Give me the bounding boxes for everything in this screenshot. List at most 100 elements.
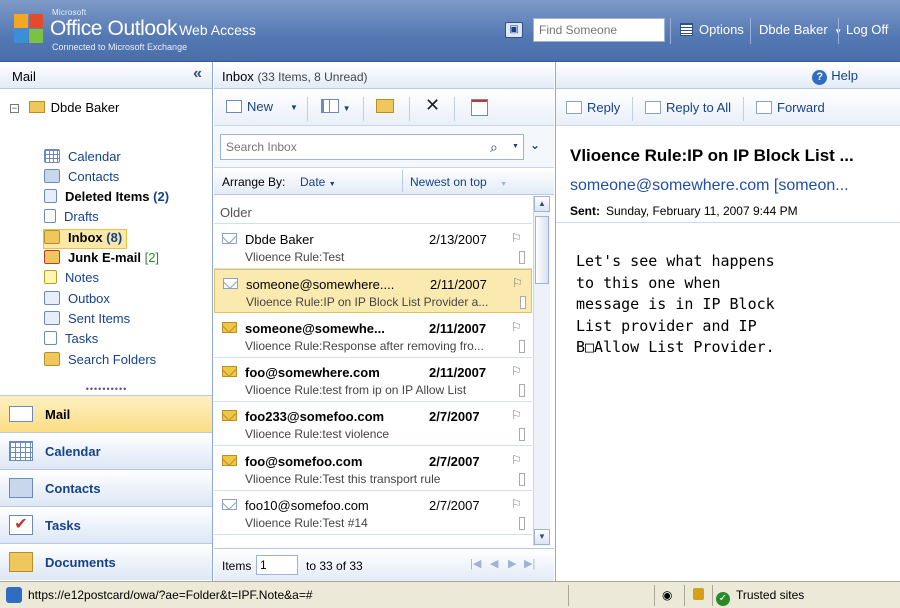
reading-pane-header: ? Help (556, 62, 900, 89)
office-logo-icon (14, 14, 43, 43)
folder-tasks[interactable]: Tasks (44, 331, 98, 351)
category-icon[interactable] (520, 296, 526, 309)
category-icon[interactable] (519, 473, 525, 486)
toolbar-separator (632, 97, 633, 121)
logoff-button[interactable]: Log Off (846, 22, 888, 37)
scroll-thumb[interactable] (535, 216, 549, 284)
folder-outbox[interactable]: Outbox (44, 291, 110, 311)
message-sender[interactable]: someone@somewhere.com [someon... (570, 177, 895, 195)
folder-contacts[interactable]: Contacts (44, 169, 119, 189)
new-dropdown-icon[interactable]: ▼ (290, 103, 298, 112)
message-row[interactable]: someone@somewhere.... 2/11/2007 ⚐ Vlioence … (214, 269, 532, 313)
unread-envelope-icon (222, 455, 237, 466)
message-row[interactable]: foo@somewhere.com 2/11/2007 ⚐ Vlioence Rule… (214, 358, 532, 402)
search-icon[interactable]: ⌕ (490, 139, 498, 156)
toolbar-separator (363, 97, 364, 121)
message-row[interactable]: foo233@somefoo.com 2/7/2007 ⚐ Vlioence Rule… (214, 402, 532, 446)
contacts-icon (44, 169, 60, 183)
pane-splitter[interactable]: •••••••••• (0, 385, 213, 394)
header-separator (750, 18, 751, 44)
sort-order-dropdown[interactable]: Newest on top ▼ (410, 175, 507, 189)
folder-deleted-items[interactable]: Deleted Items (2) (44, 189, 169, 209)
expand-search-icon[interactable]: ⌄ (530, 138, 540, 152)
category-icon[interactable] (519, 428, 525, 441)
folder-drafts[interactable]: Drafts (44, 209, 99, 229)
notes-icon (44, 270, 57, 284)
message-row[interactable]: foo@somefoo.com 2/7/2007 ⚐ Vlioence Rule:Te… (214, 447, 532, 491)
nav-tasks-button[interactable]: ✔ Tasks (0, 506, 212, 543)
category-icon[interactable] (519, 384, 525, 397)
search-dropdown-icon[interactable]: ▼ (512, 143, 519, 150)
flag-icon[interactable]: ⚐ (511, 364, 522, 378)
check-messages-button[interactable] (471, 99, 488, 116)
read-envelope-icon (223, 278, 238, 289)
forward-button[interactable]: Forward (756, 100, 825, 115)
collapse-tree-icon[interactable]: − (10, 104, 19, 113)
view-button[interactable]: ▼ (321, 99, 351, 114)
folder-tree: − Dbde Baker Calendar Contacts Deleted I… (0, 89, 212, 387)
category-icon[interactable] (519, 251, 525, 264)
nav-mail-button[interactable]: Mail (0, 395, 212, 432)
new-button[interactable]: New (226, 99, 273, 114)
flag-icon[interactable]: ⚐ (511, 408, 522, 422)
flag-icon[interactable]: ⚐ (511, 231, 522, 245)
folder-junk-email[interactable]: Junk E-mail [2] (44, 250, 159, 270)
message-sent-date: Sent: Sunday, February 11, 2007 9:44 PM (570, 204, 798, 218)
last-page-icon[interactable]: ▶| (524, 557, 535, 570)
reply-button[interactable]: Reply (566, 100, 620, 115)
folder-notes[interactable]: Notes (44, 270, 99, 290)
previous-page-icon[interactable]: ◀ (490, 557, 498, 570)
status-cell (684, 585, 712, 606)
flag-icon[interactable]: ⚐ (511, 453, 522, 467)
next-page-icon[interactable]: ▶ (508, 557, 516, 570)
unread-count: [2] (144, 250, 160, 265)
flag-icon[interactable]: ⚐ (511, 497, 522, 511)
folder-label: Junk E-mail (68, 250, 141, 265)
first-page-icon[interactable]: |◀ (470, 557, 481, 570)
options-icon (680, 23, 693, 36)
reply-all-button[interactable]: Reply to All (645, 100, 731, 115)
options-button[interactable]: Options (680, 22, 744, 37)
message-subject: Vlioence Rule:IP on IP Block List ... (570, 146, 854, 165)
group-header: Older (214, 196, 532, 224)
message-from: foo@somefoo.com (245, 454, 363, 469)
scroll-down-icon[interactable]: ▼ (534, 529, 550, 545)
folder-calendar[interactable]: Calendar (44, 149, 121, 169)
message-list-scrollbar[interactable]: ▲ ▼ (533, 196, 550, 546)
category-icon[interactable] (519, 517, 525, 530)
message-row[interactable]: someone@somewhe... 2/11/2007 ⚐ Vlioence Rul… (214, 314, 532, 358)
move-to-folder-button[interactable] (376, 99, 394, 114)
category-icon[interactable] (519, 340, 525, 353)
nav-documents-button[interactable]: Documents (0, 543, 212, 580)
flag-icon[interactable]: ⚐ (511, 320, 522, 334)
check-icon: ✓ (716, 592, 730, 606)
sent-items-icon (44, 311, 60, 325)
nav-calendar-button[interactable]: Calendar (0, 432, 212, 469)
message-row[interactable]: foo10@somefoo.com 2/7/2007 ⚐ Vlioence Rule:… (214, 491, 532, 535)
message-subject-preview: Vlioence Rule:Test #14 (245, 516, 368, 530)
flag-icon[interactable]: ⚐ (512, 276, 523, 290)
help-button[interactable]: ? Help (812, 68, 858, 85)
arrange-by-dropdown[interactable]: Date ▼ (300, 175, 336, 189)
search-folder-icon (44, 352, 60, 366)
message-date: 2/7/2007 (429, 409, 480, 424)
navigation-header: Mail « (0, 62, 212, 89)
find-someone-input[interactable] (533, 18, 665, 42)
page-item-input[interactable] (256, 555, 298, 575)
message-date: 2/13/2007 (429, 232, 487, 247)
collapse-pane-icon[interactable]: « (193, 65, 202, 83)
folder-inbox[interactable]: Inbox (8) (43, 229, 128, 249)
nav-contacts-button[interactable]: Contacts (0, 469, 212, 506)
folder-search-folders[interactable]: Search Folders (44, 352, 156, 372)
toolbar-separator (409, 97, 410, 121)
delete-icon[interactable]: ✕ (425, 95, 440, 116)
address-book-icon[interactable]: ▣ (505, 22, 523, 38)
message-row[interactable]: Dbde Baker 2/13/2007 ⚐ Vlioence Rule:Test (214, 225, 532, 269)
folder-sent-items[interactable]: Sent Items (44, 311, 130, 331)
pager: Items to 33 of 33 |◀ ◀ ▶ ▶| (214, 548, 554, 581)
reply-label: Reply (587, 100, 621, 115)
mailbox-root[interactable]: − Dbde Baker (10, 100, 119, 115)
search-inbox-input[interactable] (220, 134, 524, 160)
scroll-up-icon[interactable]: ▲ (534, 196, 550, 212)
user-menu-button[interactable]: Dbde Baker ▼ (759, 22, 842, 37)
